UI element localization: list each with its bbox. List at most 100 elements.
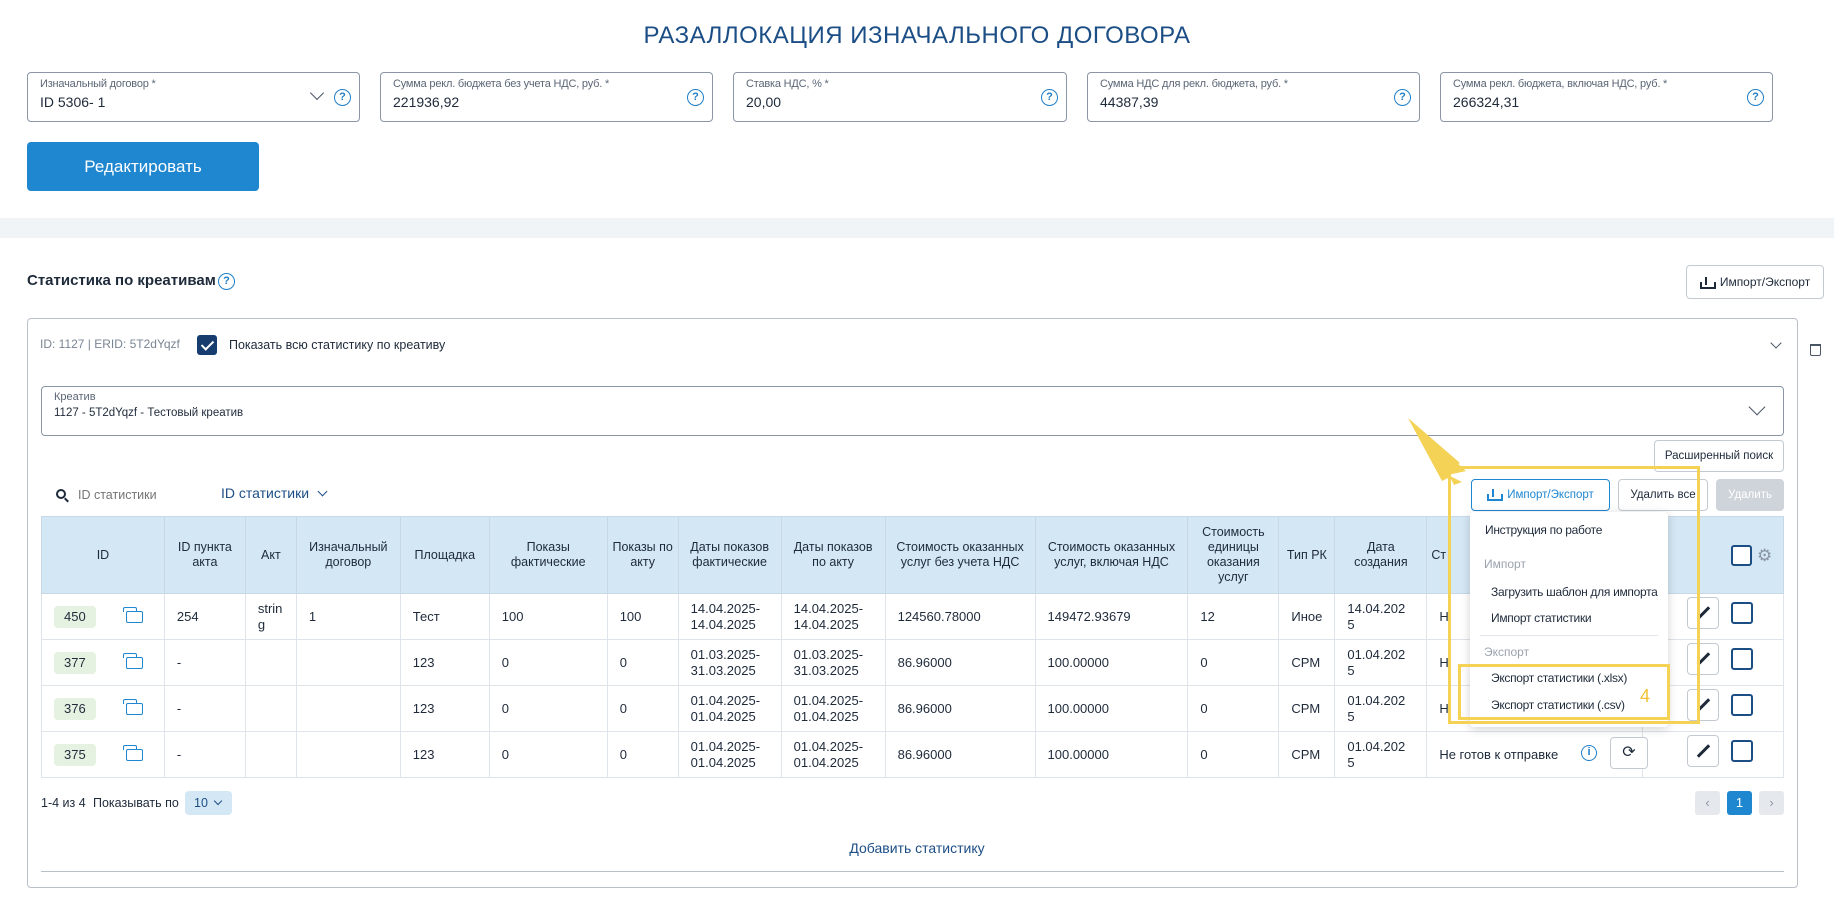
column-header[interactable]: ID	[41, 516, 165, 594]
row-checkbox[interactable]	[1731, 740, 1753, 762]
column-header[interactable]: Даты показов фактические	[677, 516, 782, 594]
column-header[interactable]: Стоимость оказанных услуг, включая НДС	[1034, 516, 1189, 594]
cell-platform: 123	[399, 731, 490, 778]
creative-card-header: ID: 1127 | ERID: 5T2dYqzf	[40, 337, 180, 351]
help-icon[interactable]: ?	[218, 273, 235, 290]
field-label: Сумма рекл. бюджета без учета НДС, руб. …	[393, 78, 610, 90]
id-badge[interactable]: 450	[54, 605, 96, 628]
next-page-button[interactable]: ›	[1759, 791, 1784, 815]
cell-cost-vat: 149472.93679	[1034, 593, 1189, 640]
chevron-down-icon[interactable]	[309, 85, 325, 101]
prev-page-button[interactable]: ‹	[1695, 791, 1720, 815]
section-title: Статистика по креативам	[27, 272, 216, 289]
cell-id: 376	[41, 685, 165, 732]
cell-cost-no-vat: 86.96000	[884, 685, 1036, 732]
cell-dates-act: 14.04.2025- 14.04.2025	[780, 593, 886, 640]
column-header[interactable]: Тип РК	[1278, 516, 1336, 594]
cell-shows-act: 0	[606, 685, 679, 732]
field-value: 44387,39	[1100, 94, 1159, 110]
help-icon[interactable]: ?	[1747, 89, 1764, 106]
cell-unit-cost: 12	[1187, 593, 1280, 640]
download-icon	[1699, 276, 1716, 289]
annotation-highlight-export	[1458, 664, 1670, 720]
search-field-select[interactable]: ID статистики	[221, 485, 328, 501]
chevron-down-icon	[213, 796, 223, 806]
cell-act	[244, 685, 297, 732]
cell-created: 14.04.202 5	[1334, 593, 1428, 640]
budget-with-vat-field[interactable]: Сумма рекл. бюджета, включая НДС, руб. *…	[1440, 72, 1773, 122]
cell-shows-fact: 0	[488, 731, 608, 778]
cell-dates-fact: 01.03.2025- 31.03.2025	[677, 639, 782, 686]
cell-platform: 123	[399, 685, 490, 732]
edit-row-button[interactable]	[1687, 735, 1719, 767]
cell-type: Иное	[1278, 593, 1336, 640]
cell-cost-vat: 100.00000	[1034, 639, 1189, 686]
field-value: ID 5306- 1	[40, 94, 106, 110]
help-icon[interactable]: ?	[1041, 89, 1058, 106]
trash-icon[interactable]	[1810, 344, 1821, 356]
row-checkbox[interactable]	[1731, 602, 1753, 624]
cell-dates-act: 01.04.2025- 01.04.2025	[780, 685, 886, 732]
card-bottom-divider	[41, 871, 1784, 872]
id-badge[interactable]: 377	[54, 651, 96, 674]
info-icon[interactable]: i	[1581, 745, 1597, 761]
help-icon[interactable]: ?	[687, 89, 704, 106]
help-icon[interactable]: ?	[334, 89, 351, 106]
import-export-button[interactable]: Импорт/Экспорт	[1686, 265, 1824, 299]
table-row: 375-123 0 0 01.04.2025- 01.04.2025 01.04.202…	[41, 731, 1784, 778]
search-input[interactable]	[76, 483, 196, 507]
budget-no-vat-field[interactable]: Сумма рекл. бюджета без учета НДС, руб. …	[380, 72, 713, 122]
add-statistics-link[interactable]: Добавить статистику	[0, 840, 1834, 856]
cell-contract	[295, 639, 401, 686]
cell-dates-fact: 01.04.2025- 01.04.2025	[677, 685, 782, 732]
cell-platform: 123	[399, 639, 490, 686]
search-field-label: ID статистики	[221, 485, 310, 501]
field-label: Сумма НДС для рекл. бюджета, руб. *	[1100, 78, 1288, 90]
field-label: Изначальный договор *	[40, 78, 156, 90]
id-badge[interactable]: 375	[54, 743, 96, 766]
delete-button[interactable]: Удалить	[1716, 479, 1784, 511]
row-checkbox[interactable]	[1731, 648, 1753, 670]
page-title: РАЗАЛЛОКАЦИЯ ИЗНАЧАЛЬНОГО ДОГОВОРА	[643, 22, 1191, 49]
cell-shows-fact: 0	[488, 685, 608, 732]
page-button-current[interactable]: 1	[1727, 791, 1752, 815]
column-header[interactable]: ID пункта акта	[163, 516, 246, 594]
contract-select[interactable]: Изначальный договор * ID 5306- 1 ?	[27, 72, 360, 122]
folder-icon[interactable]	[122, 745, 143, 762]
gear-icon[interactable]: ⚙	[1757, 546, 1772, 566]
column-header[interactable]: Стоимость оказанных услуг без учета НДС	[884, 516, 1036, 594]
show-all-checkbox[interactable]	[197, 335, 217, 355]
section-divider	[0, 218, 1834, 238]
refresh-icon[interactable]: ⟳	[1610, 737, 1648, 769]
cell-platform: Тест	[399, 593, 490, 640]
folder-icon[interactable]	[122, 607, 143, 624]
vat-amount-field[interactable]: Сумма НДС для рекл. бюджета, руб. * 4438…	[1087, 72, 1420, 122]
column-header[interactable]: Акт	[244, 516, 297, 594]
vat-rate-field[interactable]: Ставка НДС, % * 20,00 ?	[733, 72, 1067, 122]
column-header[interactable]: Стоимость единицы оказания услуг	[1187, 516, 1280, 594]
cell-type: CPM	[1278, 685, 1336, 732]
column-header[interactable]: Площадка	[399, 516, 490, 594]
column-header[interactable]: Дата создания	[1334, 516, 1428, 594]
select-all-checkbox[interactable]	[1731, 545, 1752, 566]
creative-select[interactable]: Креатив 1127 - 5T2dYqzf - Тестовый креат…	[41, 386, 1784, 436]
cell-contract	[295, 731, 401, 778]
folder-icon[interactable]	[122, 653, 143, 670]
column-header[interactable]: Показы по акту	[606, 516, 679, 594]
edit-button[interactable]: Редактировать	[27, 142, 259, 191]
cell-act	[244, 731, 297, 778]
column-header[interactable]: Изначальный договор	[295, 516, 401, 594]
help-icon[interactable]: ?	[1394, 89, 1411, 106]
cell-type: CPM	[1278, 639, 1336, 686]
page-size-select[interactable]: 10	[185, 791, 232, 815]
folder-icon[interactable]	[122, 699, 143, 716]
column-header[interactable]: Даты показов по акту	[780, 516, 886, 594]
pagination-summary: 1-4 из 4	[41, 796, 86, 810]
chevron-down-icon[interactable]	[1748, 398, 1766, 416]
row-checkbox[interactable]	[1731, 694, 1753, 716]
cell-unit-cost: 0	[1187, 685, 1280, 732]
id-badge[interactable]: 376	[54, 697, 96, 720]
cell-act-item: 254	[163, 593, 246, 640]
button-label: Импорт/Экспорт	[1719, 275, 1811, 289]
column-header[interactable]: Показы фактические	[488, 516, 608, 594]
